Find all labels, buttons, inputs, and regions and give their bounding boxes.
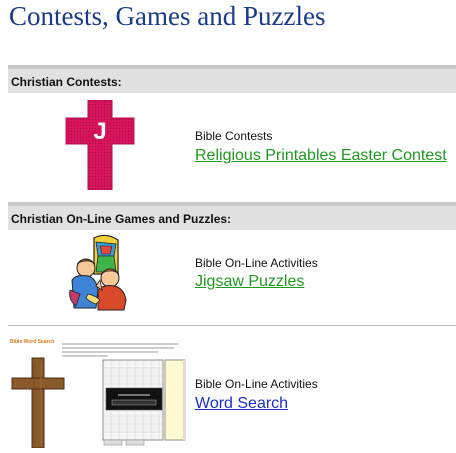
entry-category-online-activities: Bible On-Line Activities: [195, 377, 318, 391]
section-header-contests: Christian Contests:: [8, 65, 456, 93]
children-praying-icon[interactable]: [66, 234, 132, 317]
section-header-label: Christian On-Line Games and Puzzles:: [11, 212, 232, 226]
divider: [8, 325, 456, 326]
word-search-thumbnail[interactable]: Bible Word Search: [8, 336, 188, 453]
page-title: Contests, Games and Puzzles: [9, 1, 326, 31]
j-letter: J: [93, 118, 106, 145]
section-header-games-puzzles: Christian On-Line Games and Puzzles:: [8, 202, 456, 230]
j-cross-icon[interactable]: J: [64, 99, 136, 195]
thumb-title: Bible Word Search: [10, 339, 54, 345]
section-header-label: Christian Contests:: [11, 75, 122, 89]
entry-category-bible-contests: Bible Contests: [195, 129, 273, 143]
entry-category-online-activities: Bible On-Line Activities: [195, 256, 318, 270]
link-word-search[interactable]: Word Search: [195, 395, 288, 413]
link-easter-contest[interactable]: Religious Printables Easter Contest: [195, 147, 447, 165]
link-jigsaw-puzzles[interactable]: Jigsaw Puzzles: [195, 273, 304, 291]
